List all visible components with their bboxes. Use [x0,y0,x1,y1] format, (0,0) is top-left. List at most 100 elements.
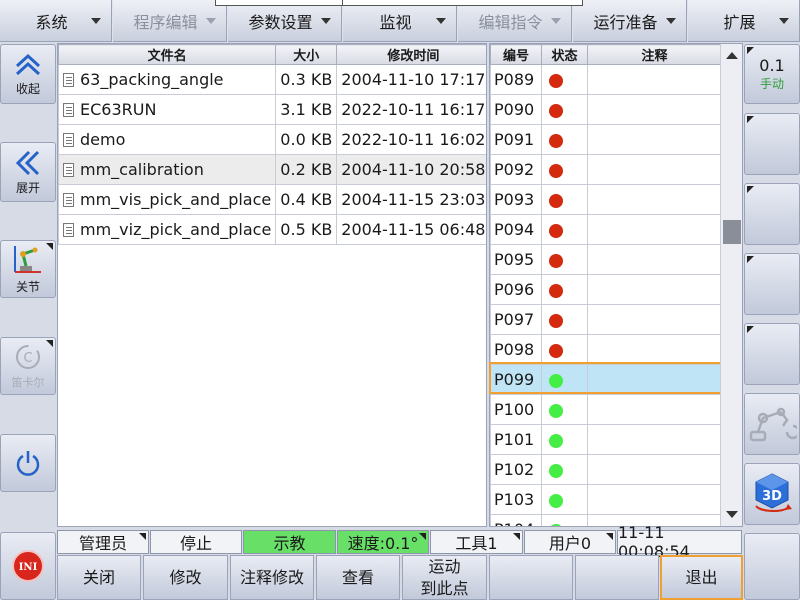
point-id: P093 [490,184,542,215]
svg-text:C: C [23,351,32,366]
point-status-cell [541,244,588,275]
column-header-filename[interactable]: 文件名 [58,44,277,65]
speed-value: 0.1 [759,56,785,75]
point-id: P094 [490,214,542,245]
file-row[interactable]: mm_vis_pick_and_place 0.4 KB 2004-11-15 … [58,184,486,215]
move-to-point-button[interactable]: 运动 到此点 [402,555,487,600]
point-table: 编号 状态 注释 P089 P090 P091 P092 P093 P094 P095 P09… [490,44,722,526]
column-header-status[interactable]: 状态 [541,44,588,65]
point-comment [587,304,722,335]
status-speed[interactable]: 速度:0.1° [337,530,429,554]
point-row[interactable]: P089 [490,64,722,95]
corner-marker [747,186,754,193]
file-row[interactable]: mm_viz_pick_and_place 0.5 KB 2004-11-15 … [58,214,486,245]
menu-system[interactable]: 系统 [0,0,112,42]
point-id: P098 [490,334,542,365]
file-row-selected[interactable]: mm_calibration 0.2 KB 2004-11-10 20:58 [58,154,486,185]
point-row[interactable]: P090 [490,94,722,125]
menu-run-prepare[interactable]: 运行准备 [573,0,687,42]
point-row[interactable]: P103 [490,484,722,515]
scroll-thumb[interactable] [723,220,741,244]
right-empty-button-2[interactable] [744,183,800,245]
bottom-empty-button-2[interactable] [575,555,659,600]
menu-parameter-settings[interactable]: 参数设置 [228,0,342,42]
power-icon [16,451,40,476]
point-row[interactable]: P093 [490,184,722,215]
point-row[interactable]: P100 [490,394,722,425]
point-row[interactable]: P098 [490,334,722,365]
point-row[interactable]: P101 [490,424,722,455]
point-id: P099 [490,364,542,395]
user-coord-button[interactable]: C 笛卡尔 [0,337,56,395]
menu-monitor[interactable]: 监视 [343,0,457,42]
point-status-cell [541,394,588,425]
right-empty-button-5[interactable] [744,533,800,600]
point-status-cell [541,274,588,305]
point-status-cell [541,154,588,185]
corner-marker [606,533,613,540]
top-menu-bar: 系统 程序编辑 参数设置 监视 编辑指令 运行准备 扩展 [0,0,800,42]
close-button[interactable]: 关闭 [57,555,141,600]
column-header-comment[interactable]: 注释 [587,44,722,65]
point-row[interactable]: P092 [490,154,722,185]
corner-marker [46,340,53,347]
ini-button[interactable]: INI [0,532,56,600]
point-row[interactable]: P091 [490,124,722,155]
point-row[interactable]: P096 [490,274,722,305]
point-id: P091 [490,124,542,155]
menu-edit-instruction[interactable]: 编辑指令 [458,0,572,42]
scroll-up-icon[interactable] [726,52,738,59]
point-id: P092 [490,154,542,185]
right-empty-button-3[interactable] [744,253,800,315]
point-row-selected[interactable]: P099 [490,364,722,395]
status-user[interactable]: 管理员 [57,530,149,554]
view-button[interactable]: 查看 [316,555,400,600]
point-status-cell [541,424,588,455]
scroll-down-icon[interactable] [726,511,738,518]
point-status-cell [541,64,588,95]
point-comment [587,124,722,155]
speed-mode-button[interactable]: 0.1 手动 [744,44,800,104]
right-empty-button-1[interactable] [744,113,800,175]
file-row[interactable]: EC63RUN 3.1 KB 2022-10-11 16:17 [58,94,486,125]
point-list-scrollbar[interactable] [720,44,742,526]
corner-marker [747,326,754,333]
collapse-label: 收起 [15,81,40,96]
joint-button[interactable]: 关节 [0,240,56,298]
point-row[interactable]: P102 [490,454,722,485]
status-dot-icon [549,73,563,88]
robot-view-button[interactable] [744,393,800,455]
3d-view-button[interactable]: 3D [744,463,800,525]
status-tool[interactable]: 工具1 [430,530,523,554]
status-user-frame[interactable]: 用户0 [524,530,616,554]
status-dot-icon [549,373,563,388]
ini-logo-icon: INI [12,550,44,582]
corner-marker [419,533,426,540]
column-header-size[interactable]: 大小 [275,44,338,65]
point-status-cell [541,454,588,485]
point-row[interactable]: P094 [490,214,722,245]
menu-extend[interactable]: 扩展 [688,0,800,42]
point-id: P104 [490,514,542,526]
modify-button[interactable]: 修改 [143,555,228,600]
point-comment [587,184,722,215]
menu-program-edit[interactable]: 程序编辑 [113,0,227,42]
column-header-modified[interactable]: 修改时间 [336,44,486,65]
bottom-empty-button-1[interactable] [489,555,573,600]
point-status-cell [541,214,588,245]
power-button[interactable] [0,434,56,492]
file-row[interactable]: 63_packing_angle 0.3 KB 2004-11-10 17:17 [58,64,486,95]
exit-button[interactable]: 退出 [660,555,743,600]
right-empty-button-4[interactable] [744,323,800,385]
column-header-id[interactable]: 编号 [490,44,542,65]
collapse-up-icon [15,53,41,75]
collapse-button[interactable]: 收起 [0,44,56,104]
point-row[interactable]: P095 [490,244,722,275]
file-row[interactable]: demo 0.0 KB 2022-10-11 16:02 [58,124,486,155]
edit-comment-button[interactable]: 注释修改 [230,555,314,600]
point-row[interactable]: P097 [490,304,722,335]
point-status-cell [541,514,588,526]
expand-button[interactable]: 展开 [0,142,56,202]
3d-cube-icon: 3D [755,473,792,512]
corner-marker [139,533,146,540]
